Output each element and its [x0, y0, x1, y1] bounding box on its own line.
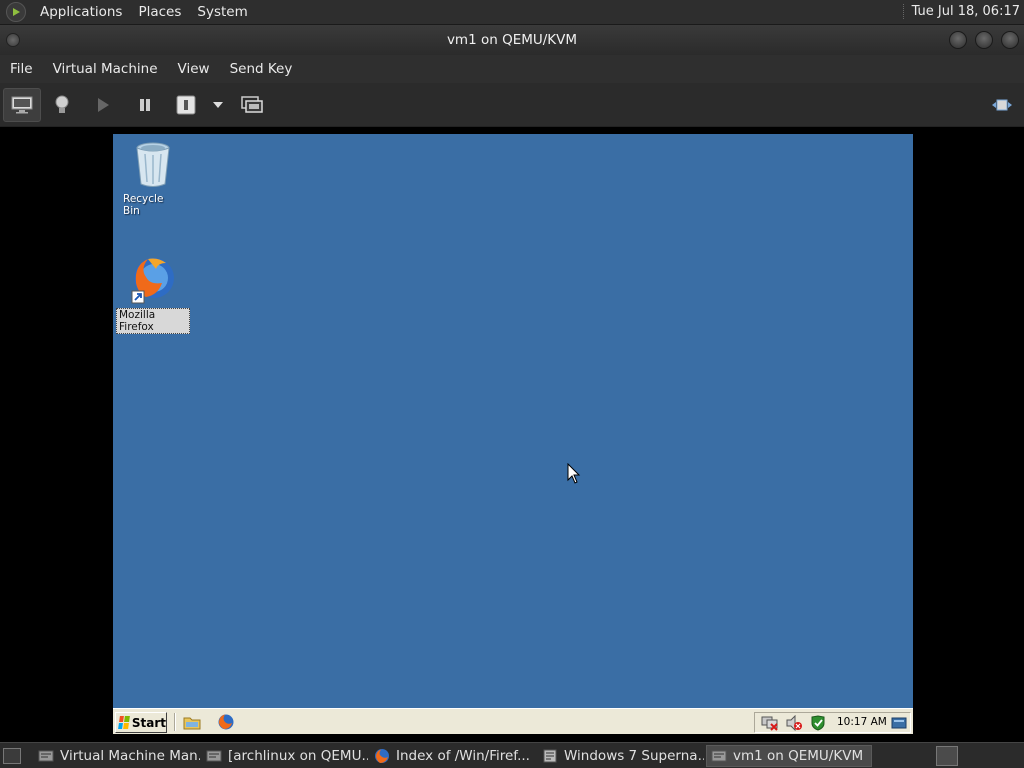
run-icon [98, 98, 109, 112]
minimize-button[interactable] [949, 31, 967, 49]
task-vm1-console[interactable]: vm1 on QEMU/KVM [706, 745, 872, 767]
menu-virtual-machine[interactable]: Virtual Machine [43, 61, 168, 77]
show-desktop-button[interactable] [3, 748, 21, 764]
quicklaunch-separator [174, 713, 176, 731]
close-button[interactable] [1001, 31, 1019, 49]
window-titlebar[interactable]: vm1 on QEMU/KVM [0, 25, 1024, 55]
shutdown-menu-button[interactable] [202, 89, 234, 121]
desktop-icon-recycle-bin[interactable]: Recycle Bin [121, 140, 185, 217]
window-menubar: File Virtual Machine View Send Key [0, 55, 1024, 83]
pause-icon [140, 99, 150, 111]
task-label: vm1 on QEMU/KVM [733, 748, 864, 764]
start-label: Start [131, 715, 166, 730]
task-label: Windows 7 Superna... [564, 748, 704, 764]
vm-display[interactable]: Recycle Bin Mozilla Firefox Start 10:17 … [0, 127, 1024, 740]
maximize-button[interactable] [975, 31, 993, 49]
snapshots-button[interactable] [236, 89, 268, 121]
window-menu-button[interactable] [6, 33, 20, 47]
task-label: [archlinux on QEMU... [228, 748, 368, 764]
vm-console-icon [206, 750, 222, 762]
task-label: Index of /Win/Firef... [396, 748, 530, 764]
applications-menu[interactable]: Applications [32, 4, 130, 20]
vm-console-icon [711, 750, 727, 762]
guest-clock[interactable]: 10:17 AM [837, 716, 887, 728]
volume-muted-icon[interactable] [785, 714, 803, 731]
system-menu[interactable]: System [189, 4, 255, 20]
show-desktop-icon[interactable] [183, 714, 201, 730]
top-panel: Applications Places System Tue Jul 18, 0… [0, 0, 1024, 25]
task-archlinux-console[interactable]: [archlinux on QEMU... [202, 745, 368, 767]
firefox-icon [131, 258, 174, 304]
document-icon [543, 749, 557, 763]
details-view-button[interactable] [46, 89, 78, 121]
security-shield-icon[interactable] [809, 714, 827, 731]
shutdown-button[interactable] [170, 89, 202, 121]
desktop-icon-firefox[interactable]: Mozilla Firefox [116, 255, 190, 334]
recycle-bin-icon [136, 142, 170, 187]
firefox-icon [375, 749, 389, 763]
keyboard-layout-icon[interactable] [891, 716, 907, 730]
window-title: vm1 on QEMU/KVM [446, 32, 578, 48]
fullscreen-button[interactable] [986, 89, 1018, 121]
console-view-button[interactable] [3, 88, 41, 122]
menu-file[interactable]: File [0, 61, 43, 77]
virt-manager-icon [38, 750, 54, 762]
fullscreen-icon [992, 99, 1012, 111]
task-label: Virtual Machine Man... [60, 748, 200, 764]
desktop-icon-label: Recycle Bin [123, 193, 164, 217]
task-firefox[interactable]: Index of /Win/Firef... [370, 745, 536, 767]
places-menu[interactable]: Places [130, 4, 189, 20]
guest-taskbar: Start 10:17 AM [113, 708, 913, 734]
run-button[interactable] [87, 89, 119, 121]
lightbulb-icon [55, 95, 69, 113]
gnome-foot-icon[interactable] [6, 2, 26, 22]
guest-desktop[interactable]: Recycle Bin Mozilla Firefox Start 10:17 … [113, 134, 913, 734]
network-disconnected-icon[interactable] [761, 715, 779, 731]
task-virt-manager[interactable]: Virtual Machine Man... [34, 745, 200, 767]
start-button[interactable]: Start [115, 712, 167, 733]
shutdown-icon [176, 95, 196, 115]
windows-flag-icon [118, 716, 130, 729]
vm-toolbar [0, 83, 1024, 127]
menu-view[interactable]: View [168, 61, 220, 77]
firefox-quicklaunch-icon[interactable] [217, 713, 235, 731]
pause-button[interactable] [129, 89, 161, 121]
menu-send-key[interactable]: Send Key [220, 61, 303, 77]
task-windows7-doc[interactable]: Windows 7 Superna... [538, 745, 704, 767]
desktop-icon-label: Mozilla Firefox [116, 308, 190, 334]
panel-clock[interactable]: Tue Jul 18, 06:17 [902, 4, 1020, 19]
snapshot-icon [241, 96, 263, 113]
mouse-pointer-icon [567, 463, 581, 484]
console-icon [11, 96, 33, 114]
system-tray: 10:17 AM [754, 712, 911, 733]
trash-applet-icon[interactable] [936, 746, 958, 766]
bottom-panel: Virtual Machine Man... [archlinux on QEM… [0, 742, 1024, 768]
shutdown-menu-icon [213, 102, 223, 108]
